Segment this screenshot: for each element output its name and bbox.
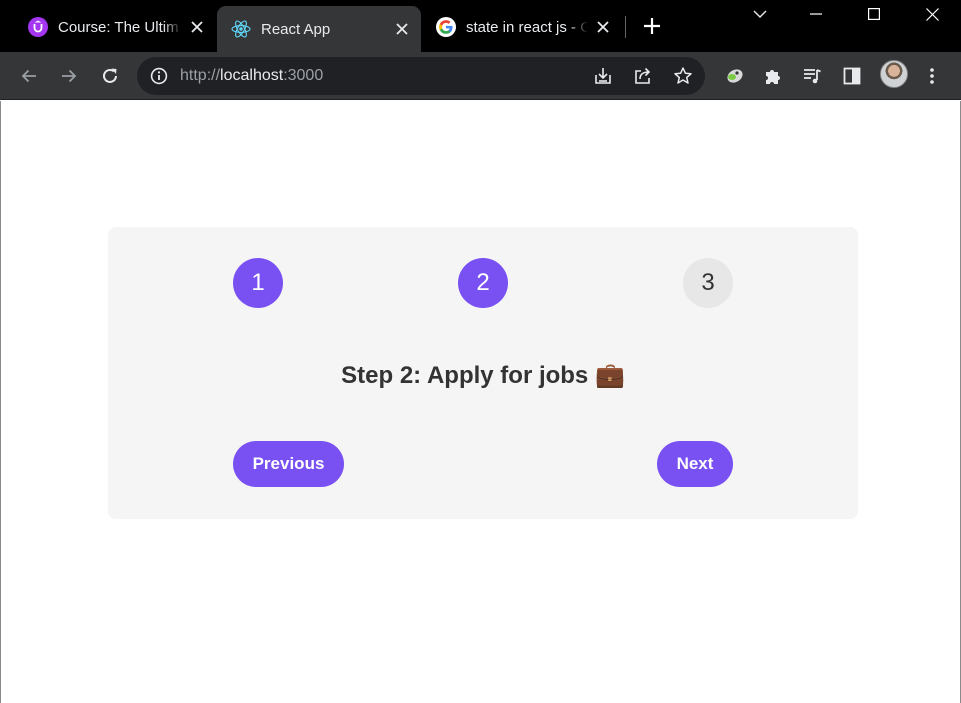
media-control-button[interactable] [796,60,828,92]
url-host: localhost [220,67,284,84]
bookmark-button[interactable] [668,61,698,91]
page-content: 1 2 3 Step 2: Apply for jobs 💼 Previous … [0,101,961,703]
playlist-icon [804,69,821,84]
step-indicator-1: 1 [233,258,283,308]
step-indicator-2: 2 [458,258,508,308]
puzzle-icon [766,70,780,84]
tab-search-button[interactable] [737,0,783,28]
profile-avatar[interactable] [880,60,908,88]
previous-button[interactable]: Previous [233,441,344,487]
tab-separator [625,16,626,38]
plus-icon [644,18,660,34]
info-icon[interactable] [149,66,169,86]
forward-button[interactable] [53,60,85,92]
maximize-button[interactable] [851,0,897,28]
close-icon[interactable] [393,20,411,38]
chevron-down-icon [753,10,767,18]
share-button[interactable] [628,61,658,91]
next-button[interactable]: Next [657,441,733,487]
udemy-icon [28,17,48,37]
star-icon [674,67,692,84]
url-text: http://localhost:3000 [180,67,323,85]
tab-udemy-course[interactable]: Course: The Ultim [14,6,216,48]
back-button[interactable] [13,60,45,92]
tab-react-app[interactable]: React App [217,6,421,52]
arrow-left-icon [21,69,36,83]
tab-google-search[interactable]: state in react js - G [422,6,622,48]
close-icon[interactable] [594,18,612,36]
new-tab-button[interactable] [638,12,666,40]
maximize-icon [868,8,880,20]
steps-card: 1 2 3 Step 2: Apply for jobs 💼 Previous … [108,227,858,519]
url-scheme: http:// [180,67,221,84]
browser-tab-strip: Course: The Ultim React App state in rea… [0,0,961,52]
step-indicator-3: 3 [683,258,733,308]
tab-title: React App [261,20,331,38]
url-port: :3000 [283,67,324,84]
address-bar[interactable]: http://localhost:3000 [137,57,705,95]
minimize-icon [810,13,822,15]
arrow-right-icon [62,69,77,83]
reload-button[interactable] [94,60,126,92]
extension-button[interactable] [718,60,750,92]
tab-title: state in react js - G [466,18,588,36]
react-icon [231,19,251,39]
close-icon[interactable] [188,18,206,36]
step-message: Step 2: Apply for jobs 💼 [341,362,625,389]
google-icon [436,17,456,37]
extensions-button[interactable] [757,60,789,92]
side-panel-icon [843,67,861,85]
install-icon [595,68,611,84]
close-icon [925,7,939,21]
window-close-button[interactable] [909,0,955,28]
extension-logo-icon [727,69,743,83]
menu-button[interactable] [916,60,948,92]
reload-icon [103,68,117,83]
install-app-button[interactable] [588,61,618,91]
side-panel-button[interactable] [836,60,868,92]
share-icon [635,67,651,84]
browser-toolbar: http://localhost:3000 [0,52,961,100]
tab-title: Course: The Ultim [58,18,179,36]
more-vert-icon [930,68,934,84]
minimize-button[interactable] [793,0,839,28]
